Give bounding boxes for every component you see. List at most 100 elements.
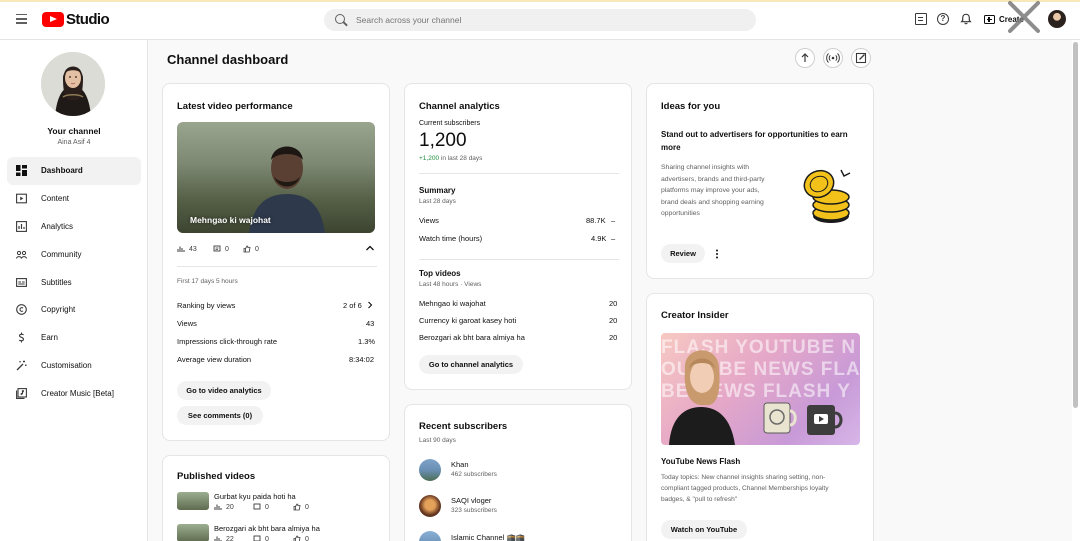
watch-on-youtube-button[interactable]: Watch on YouTube [661,520,747,539]
video-title[interactable]: Gurbat kyu paida hoti ha [214,492,296,501]
sidebar-item-content[interactable]: Content [7,185,141,213]
views-label: Views [177,319,197,328]
chevron-right-icon[interactable] [367,301,373,309]
customisation-icon [16,360,27,371]
scrollbar-thumb[interactable] [1073,42,1078,408]
likes-stat: 0 [243,245,259,253]
upload-icon [801,53,809,62]
card-title: Ideas for you [661,101,721,112]
insider-video-title[interactable]: YouTube News Flash [661,457,740,466]
comment-icon [213,245,221,252]
search-input[interactable] [356,13,736,27]
ctr-label: Impressions click-through rate [177,337,278,346]
insider-description-line: badges, & "pull to refresh" [661,496,738,503]
account-avatar[interactable] [1048,10,1066,28]
video-likes: 0 [293,503,309,511]
video-title[interactable]: Berozgari ak bht bara almiya ha [214,524,320,533]
sidebar-item-analytics[interactable]: Analytics [7,213,141,241]
upload-button[interactable] [795,48,815,68]
subscriber-name[interactable]: SAQI vloger [451,496,491,505]
go-live-button[interactable] [823,48,843,68]
subscribers-period: Last 90 days [419,437,456,444]
views-value: 43 [366,319,375,328]
insider-description: Today topics: New channel insights shari… [661,472,866,505]
top-video-views: 20 [609,333,618,342]
subscribers-count: 1,200 [419,130,467,151]
sidebar-item-subtitles[interactable]: Subtitles [7,268,141,296]
top-video-views: 20 [609,316,618,325]
sidebar-item-creator-music[interactable]: Creator Music [Beta] [7,379,141,407]
video-analytics-button[interactable]: Go to video analytics [177,381,271,400]
sidebar-nav: Dashboard Content Analytics Community Su… [7,157,141,407]
subscribers-label: Current subscribers [419,120,481,127]
subscriber-name[interactable]: Khan [451,460,469,469]
views-count: 22 [226,535,234,541]
search-bar[interactable] [324,9,756,31]
chevron-up-icon[interactable] [365,244,375,252]
subscribers-change-suffix: in last 28 days [440,155,483,162]
video-thumbnail[interactable] [177,524,209,541]
video-thumbnail[interactable] [177,492,209,510]
divider [419,259,619,260]
ideas-body-line: advertisers, brands and third-party [661,175,765,183]
video-stats: 22 [214,535,234,541]
summary-watch-label: Watch time (hours) [419,234,483,243]
subscriber-avatar[interactable] [419,531,441,541]
ideas-card: Ideas for you Stand out to advertisers f… [646,83,874,279]
top-videos-title: Top videos [419,269,461,278]
ideas-body-line: platforms may improve your ads, [661,187,760,194]
sidebar-item-copyright[interactable]: Copyright [7,296,141,324]
edit-icon [855,52,867,64]
sidebar: Your channel Aina Asif 4 Dashboard Conte… [0,40,148,541]
top-video-title[interactable]: Mehngao ki wajohat [419,299,486,308]
subtitles-icon [16,277,27,287]
views-icon [214,504,222,510]
sidebar-item-customisation[interactable]: Customisation [7,352,141,380]
top-video-title[interactable]: Berozgari ak bht bara almiya ha [419,333,525,342]
subscriber-name[interactable]: Islamic Channel 🕋🕋 [451,533,525,541]
period-text: First 17 days 5 hours [177,278,238,285]
analytics-icon [16,221,27,232]
sidebar-item-community[interactable]: Community [7,240,141,268]
card-title: Recent subscribers [419,421,508,432]
subscriber-avatar[interactable] [419,495,441,517]
review-button[interactable]: Review [661,244,705,263]
top-video-title[interactable]: Currency ki garoat kasey hoti [419,316,516,325]
page-title: Channel dashboard [167,52,289,67]
card-title: Creator Insider [661,310,729,321]
likes-count: 0 [305,503,309,511]
channel-avatar[interactable] [41,52,105,116]
avd-label: Average view duration [177,355,252,364]
video-thumbnail[interactable]: Mehngao ki wajohat [177,122,375,233]
sidebar-item-label: Dashboard [41,166,83,176]
channel-analytics-button[interactable]: Go to channel analytics [419,355,523,374]
bell-icon[interactable] [960,13,972,25]
summary-watch-value: 4.9K [591,234,607,243]
insider-thumbnail[interactable]: FLASH YOUTUBE N OUTUBE NEWS FLA BE NEWS … [661,333,860,445]
create-post-button[interactable] [851,48,871,68]
views-stat: 43 [177,245,197,253]
subscriber-avatar[interactable] [419,459,441,481]
top-accent-line [0,0,1080,2]
creator-insider-card: Creator Insider FLASH YOUTUBE N OUTUBE N… [646,293,874,541]
subscribers-change: +1,200 in last 28 days [419,155,482,162]
ranking-label: Ranking by views [177,301,236,310]
sidebar-item-dashboard[interactable]: Dashboard [7,157,141,185]
card-title: Published videos [177,471,256,482]
comments-count: 0 [265,503,269,511]
close-icon[interactable] [1006,0,1042,34]
studio-logo[interactable]: Studio [42,11,110,28]
menu-icon[interactable] [16,14,27,24]
feedback-icon[interactable] [915,13,927,25]
video-title: Mehngao ki wajohat [190,215,271,225]
like-icon [243,245,251,253]
help-icon[interactable]: ? [937,13,949,25]
subscriber-count: 462 subscribers [451,471,497,478]
see-comments-button[interactable]: See comments (0) [177,406,263,425]
sidebar-item-label: Subtitles [41,277,72,287]
channel-title[interactable]: Your channel [0,126,148,136]
summary-watch-trend: – [611,234,616,243]
views-icon [177,246,185,252]
more-options-icon[interactable] [714,249,720,259]
sidebar-item-earn[interactable]: Earn [7,324,141,352]
